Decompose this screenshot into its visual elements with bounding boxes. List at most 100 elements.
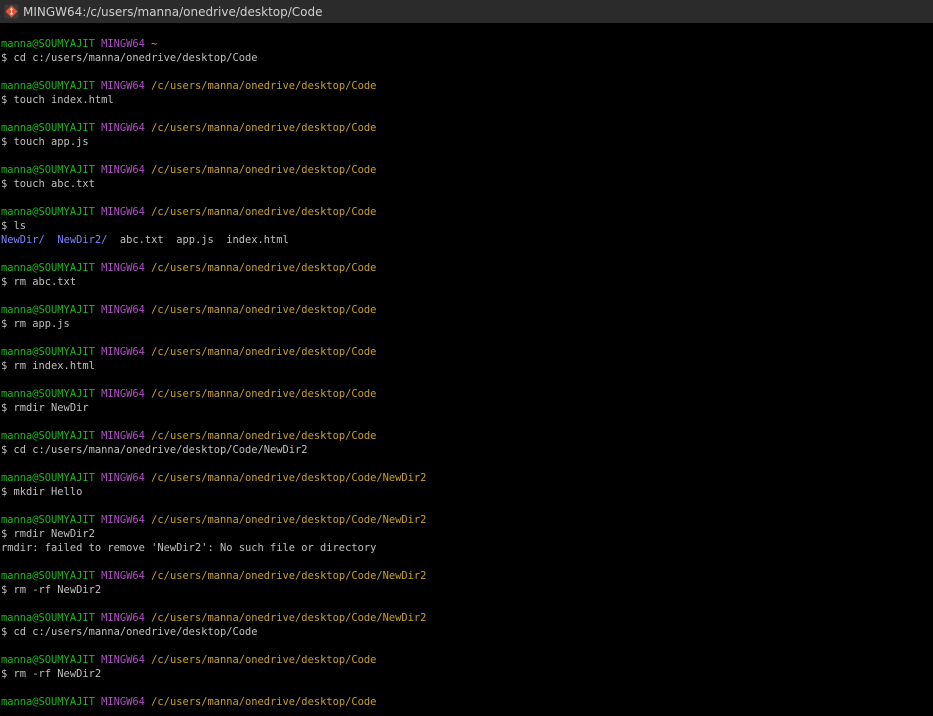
prompt-line: manna@SOUMYAJIT MINGW64 /c/users/manna/o… (1, 653, 931, 667)
prompt-path: /c/users/manna/onedrive/desktop/Code (151, 122, 377, 134)
prompt-line: manna@SOUMYAJIT MINGW64 /c/users/manna/o… (1, 471, 931, 485)
command-line: $ rm abc.txt (1, 276, 77, 288)
prompt-host: MINGW64 (101, 206, 145, 218)
ls-dir-entry: NewDir/ (1, 234, 45, 246)
prompt-host: MINGW64 (101, 696, 145, 708)
prompt-user: manna@SOUMYAJIT (1, 206, 95, 218)
prompt-path: ~ (151, 38, 158, 50)
window-title: MINGW64:/c/users/manna/onedrive/desktop/… (23, 4, 323, 19)
prompt-user: manna@SOUMYAJIT (1, 388, 95, 400)
prompt-host: MINGW64 (101, 122, 145, 134)
command-line: $ cd c:/users/manna/onedrive/desktop/Cod… (1, 444, 308, 456)
prompt-host: MINGW64 (101, 514, 145, 526)
prompt-user: manna@SOUMYAJIT (1, 514, 95, 526)
prompt-line: manna@SOUMYAJIT MINGW64 /c/users/manna/o… (1, 79, 931, 93)
prompt-path: /c/users/manna/onedrive/desktop/Code/New… (151, 570, 427, 582)
prompt-user: manna@SOUMYAJIT (1, 570, 95, 582)
command-line: $ rm -rf NewDir2 (1, 668, 102, 680)
prompt-path: /c/users/manna/onedrive/desktop/Code (151, 388, 377, 400)
prompt-user: manna@SOUMYAJIT (1, 122, 95, 134)
prompt-line: manna@SOUMYAJIT MINGW64 /c/users/manna/o… (1, 429, 931, 443)
command-line: $ rm -rf NewDir2 (1, 584, 102, 596)
prompt-path: /c/users/manna/onedrive/desktop/Code (151, 654, 377, 666)
prompt-host: MINGW64 (101, 262, 145, 274)
ls-file-entry: app.js (176, 234, 214, 246)
ls-file-entry: abc.txt (119, 234, 164, 246)
prompt-line: manna@SOUMYAJIT MINGW64 /c/users/manna/o… (1, 569, 931, 583)
prompt-path: /c/users/manna/onedrive/desktop/Code (151, 80, 377, 92)
prompt-line: manna@SOUMYAJIT MINGW64 /c/users/manna/o… (1, 163, 931, 177)
prompt-line: manna@SOUMYAJIT MINGW64 /c/users/manna/o… (1, 695, 931, 709)
prompt-line: manna@SOUMYAJIT MINGW64 /c/users/manna/o… (1, 387, 931, 401)
prompt-host: MINGW64 (101, 304, 145, 316)
prompt-path: /c/users/manna/onedrive/desktop/Code/New… (151, 514, 427, 526)
command-line: $ cd c:/users/manna/onedrive/desktop/Cod… (1, 626, 258, 638)
prompt-path: /c/users/manna/onedrive/desktop/Code (151, 430, 377, 442)
prompt-host: MINGW64 (101, 80, 145, 92)
prompt-user: manna@SOUMYAJIT (1, 346, 95, 358)
command-line: $ cd c:/users/manna/onedrive/desktop/Cod… (1, 52, 258, 64)
prompt-user: manna@SOUMYAJIT (1, 164, 95, 176)
prompt-path: /c/users/manna/onedrive/desktop/Code (151, 206, 377, 218)
title-bar[interactable]: MINGW64:/c/users/manna/onedrive/desktop/… (0, 0, 933, 23)
prompt-user: manna@SOUMYAJIT (1, 262, 95, 274)
terminal-window: MINGW64:/c/users/manna/onedrive/desktop/… (0, 0, 933, 716)
prompt-user: manna@SOUMYAJIT (1, 430, 95, 442)
prompt-host: MINGW64 (101, 472, 145, 484)
command-line: $ ls (1, 220, 27, 232)
command-line: $ rm index.html (1, 360, 95, 372)
prompt-line: manna@SOUMYAJIT MINGW64 /c/users/manna/o… (1, 303, 931, 317)
prompt-line: manna@SOUMYAJIT MINGW64 /c/users/manna/o… (1, 121, 931, 135)
prompt-path: /c/users/manna/onedrive/desktop/Code (151, 696, 377, 708)
prompt-host: MINGW64 (101, 38, 145, 50)
prompt-host: MINGW64 (101, 164, 145, 176)
prompt-host: MINGW64 (101, 612, 145, 624)
command-output-line: rmdir: failed to remove 'NewDir2': No su… (1, 542, 377, 554)
terminal-output[interactable]: manna@SOUMYAJIT MINGW64 ~ $ cd c:/users/m… (1, 37, 931, 709)
ls-file-entry: index.html (226, 234, 289, 246)
prompt-host: MINGW64 (101, 388, 145, 400)
prompt-user: manna@SOUMYAJIT (1, 654, 95, 666)
command-line: $ touch index.html (1, 94, 114, 106)
prompt-user: manna@SOUMYAJIT (1, 80, 95, 92)
prompt-path: /c/users/manna/onedrive/desktop/Code (151, 262, 377, 274)
prompt-user: manna@SOUMYAJIT (1, 304, 95, 316)
prompt-path: /c/users/manna/onedrive/desktop/Code/New… (151, 472, 427, 484)
prompt-host: MINGW64 (101, 430, 145, 442)
command-line: $ rm app.js (1, 318, 70, 330)
prompt-user: manna@SOUMYAJIT (1, 472, 95, 484)
prompt-line: manna@SOUMYAJIT MINGW64 /c/users/manna/o… (1, 205, 931, 219)
prompt-path: /c/users/manna/onedrive/desktop/Code/New… (151, 612, 427, 624)
ls-dir-entry: NewDir2/ (57, 234, 108, 246)
command-line: $ mkdir Hello (1, 486, 83, 498)
prompt-path: /c/users/manna/onedrive/desktop/Code (151, 346, 377, 358)
prompt-line: manna@SOUMYAJIT MINGW64 /c/users/manna/o… (1, 345, 931, 359)
prompt-path: /c/users/manna/onedrive/desktop/Code (151, 304, 377, 316)
command-line: $ touch app.js (1, 136, 89, 148)
prompt-line: manna@SOUMYAJIT MINGW64 ~ (1, 37, 931, 51)
prompt-host: MINGW64 (101, 654, 145, 666)
prompt-user: manna@SOUMYAJIT (1, 696, 95, 708)
prompt-line: manna@SOUMYAJIT MINGW64 /c/users/manna/o… (1, 261, 931, 275)
ls-output-line: NewDir/ NewDir2/ abc.txt app.js index.ht… (1, 233, 931, 247)
prompt-host: MINGW64 (101, 570, 145, 582)
git-bash-icon (4, 4, 19, 19)
prompt-user: manna@SOUMYAJIT (1, 612, 95, 624)
prompt-line: manna@SOUMYAJIT MINGW64 /c/users/manna/o… (1, 611, 931, 625)
prompt-user: manna@SOUMYAJIT (1, 38, 95, 50)
prompt-line: manna@SOUMYAJIT MINGW64 /c/users/manna/o… (1, 513, 931, 527)
